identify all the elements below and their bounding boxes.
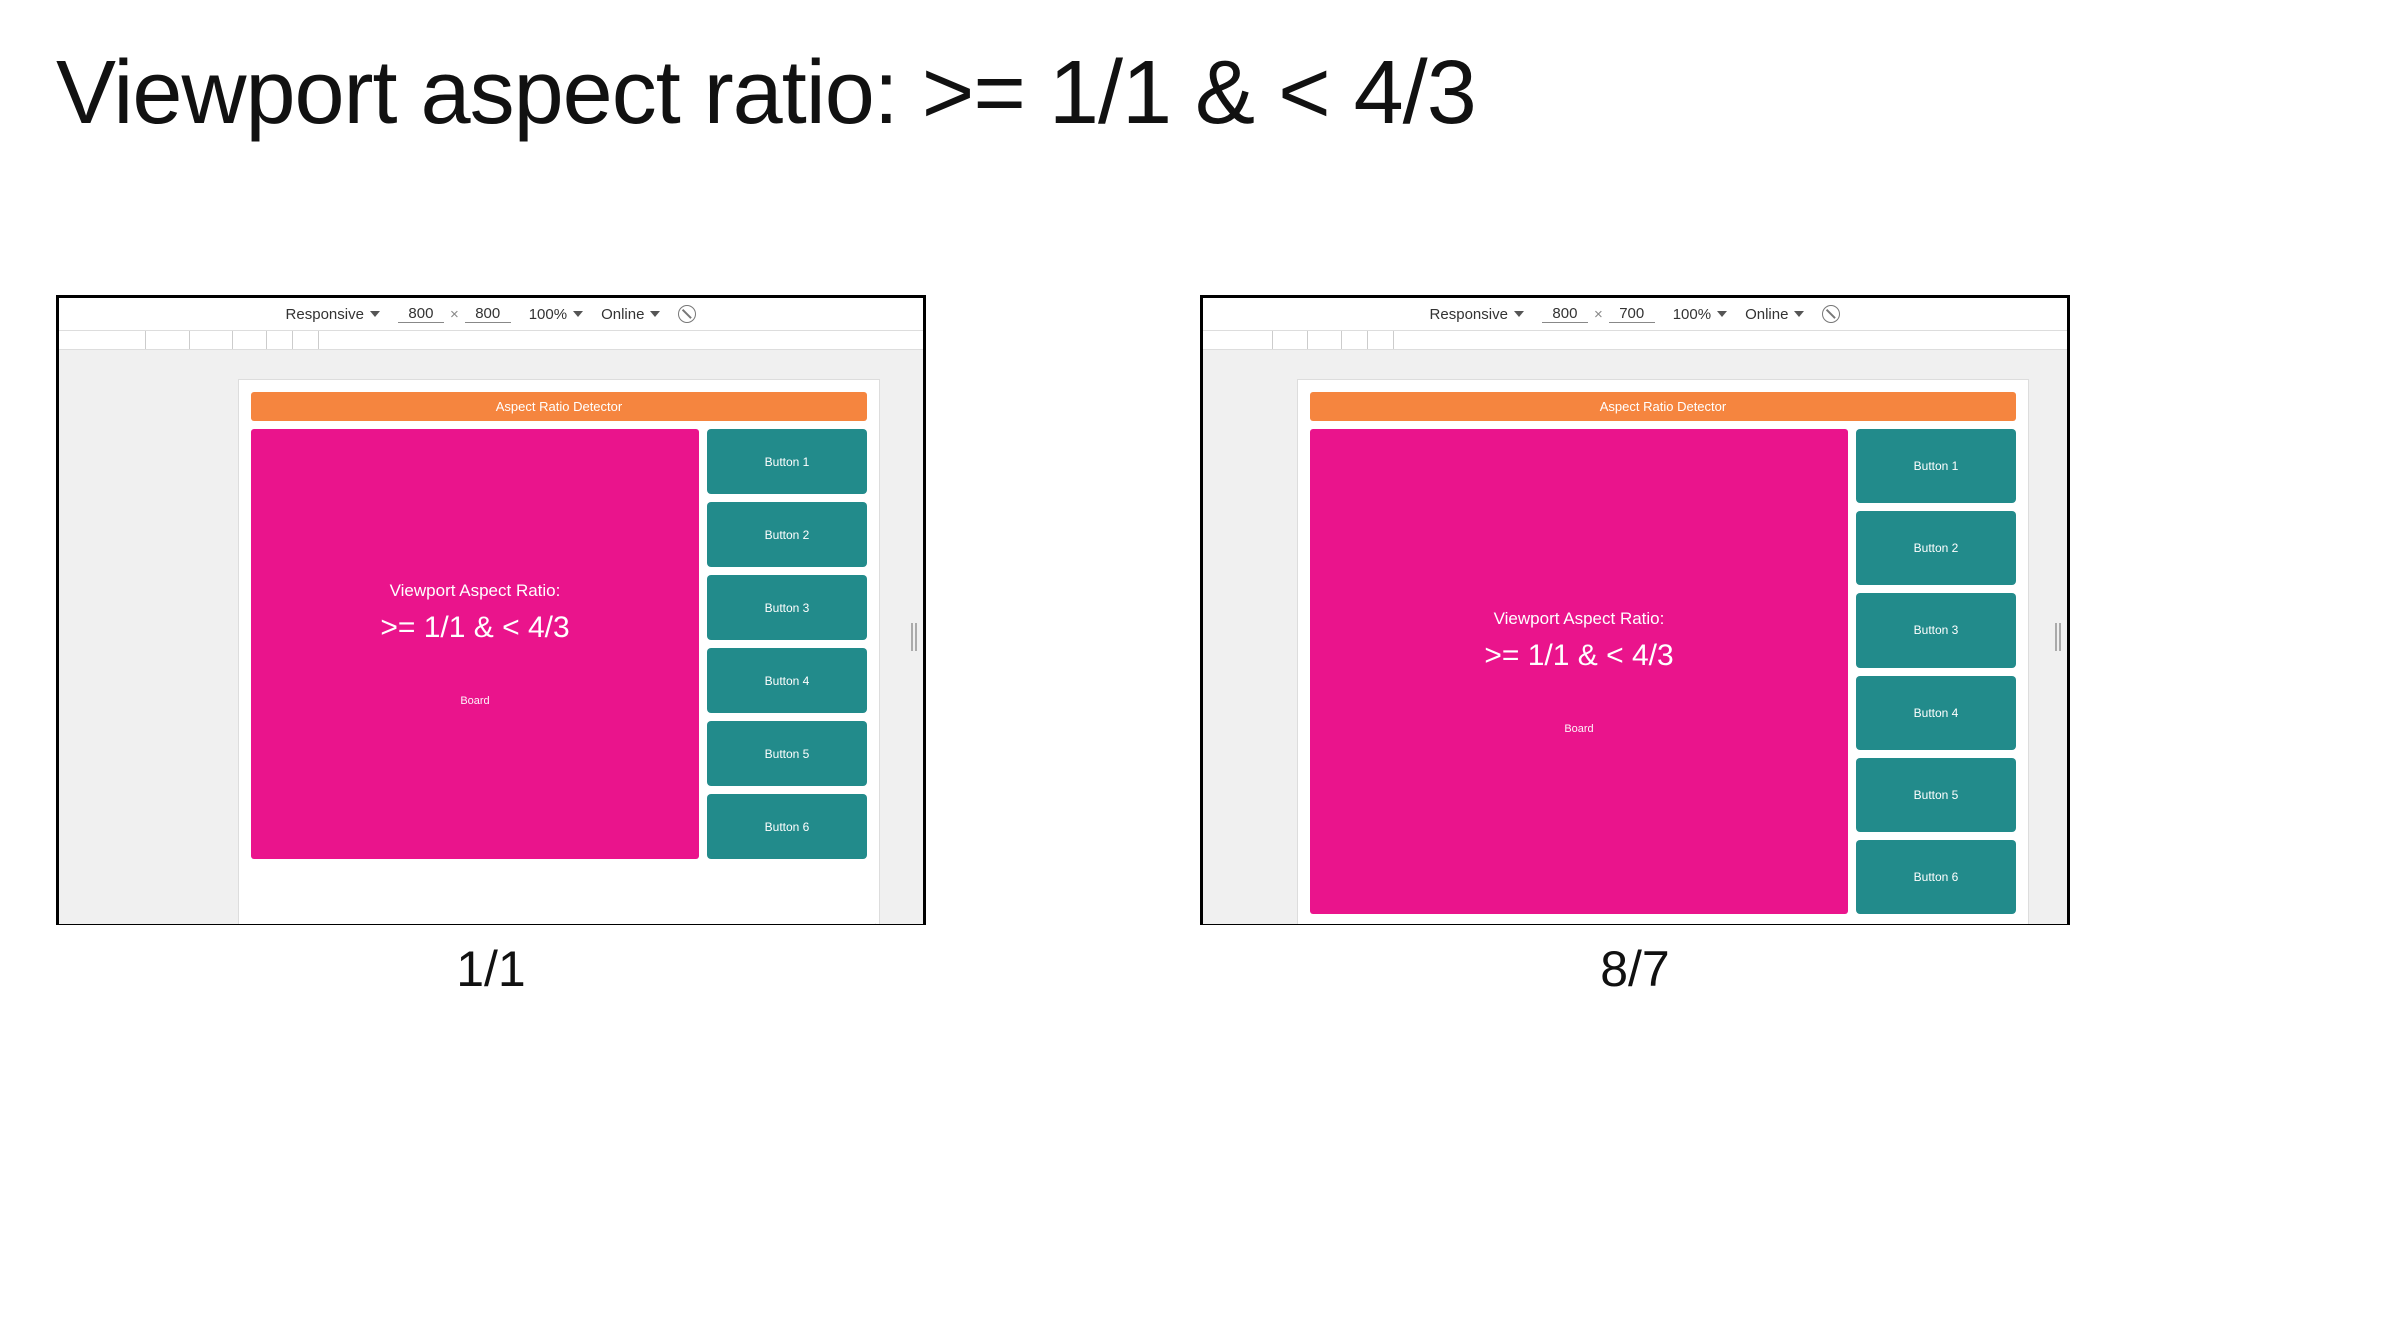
devtools-ruler bbox=[1203, 331, 2067, 350]
button-4[interactable]: Button 4 bbox=[707, 648, 867, 713]
chevron-down-icon bbox=[1794, 311, 1804, 317]
devtools-body: Aspect Ratio Detector Viewport Aspect Ra… bbox=[1203, 350, 2067, 924]
resize-handle-corner[interactable] bbox=[862, 923, 876, 924]
device-select[interactable]: Responsive bbox=[1430, 306, 1524, 323]
times-icon: × bbox=[450, 306, 459, 323]
network-select[interactable]: Online bbox=[1745, 306, 1804, 323]
times-icon: × bbox=[1594, 306, 1603, 323]
device-select[interactable]: Responsive bbox=[286, 306, 380, 323]
chevron-down-icon bbox=[1717, 311, 1727, 317]
button-1[interactable]: Button 1 bbox=[707, 429, 867, 494]
caption-left: 1/1 bbox=[56, 940, 926, 998]
caption-right: 8/7 bbox=[1200, 940, 2070, 998]
height-input[interactable]: 800 bbox=[465, 305, 511, 323]
board-panel: Viewport Aspect Ratio: >= 1/1 & < 4/3 Bo… bbox=[251, 429, 699, 859]
board-name: Board bbox=[1564, 723, 1593, 735]
demo-app: Aspect Ratio Detector Viewport Aspect Ra… bbox=[251, 392, 867, 924]
devtools-toolbar: Responsive 800 × 700 100% Online bbox=[1203, 298, 2067, 331]
chevron-down-icon bbox=[650, 311, 660, 317]
zoom-select[interactable]: 100% bbox=[1673, 306, 1727, 323]
button-3[interactable]: Button 3 bbox=[707, 575, 867, 640]
devtools-ruler bbox=[59, 331, 923, 350]
emulated-viewport: Aspect Ratio Detector Viewport Aspect Ra… bbox=[1298, 380, 2028, 924]
button-5[interactable]: Button 5 bbox=[1856, 758, 2016, 832]
demo-app: Aspect Ratio Detector Viewport Aspect Ra… bbox=[1310, 392, 2016, 924]
chevron-down-icon bbox=[573, 311, 583, 317]
button-6[interactable]: Button 6 bbox=[1856, 840, 2016, 914]
app-header: Aspect Ratio Detector bbox=[1310, 392, 2016, 421]
button-2[interactable]: Button 2 bbox=[707, 502, 867, 567]
button-5[interactable]: Button 5 bbox=[707, 721, 867, 786]
page-title: Viewport aspect ratio: >= 1/1 & < 4/3 bbox=[56, 42, 1476, 145]
devtools-frame-right: Responsive 800 × 700 100% Online bbox=[1200, 295, 2070, 925]
device-select-label: Responsive bbox=[286, 306, 364, 323]
chevron-down-icon bbox=[1514, 311, 1524, 317]
devtools-frame-left: Responsive 800 × 800 100% Online bbox=[56, 295, 926, 925]
button-column: Button 1 Button 2 Button 3 Button 4 Butt… bbox=[707, 429, 867, 859]
resize-handle-right[interactable] bbox=[911, 623, 917, 651]
button-6[interactable]: Button 6 bbox=[707, 794, 867, 859]
button-column: Button 1 Button 2 Button 3 Button 4 Butt… bbox=[1856, 429, 2016, 914]
rotate-icon[interactable] bbox=[678, 305, 696, 323]
devtools-toolbar: Responsive 800 × 800 100% Online bbox=[59, 298, 923, 331]
ratio-value: >= 1/1 & < 4/3 bbox=[1484, 639, 1673, 673]
device-select-label: Responsive bbox=[1430, 306, 1508, 323]
chevron-down-icon bbox=[370, 311, 380, 317]
button-3[interactable]: Button 3 bbox=[1856, 593, 2016, 667]
dimensions: 800 × 700 bbox=[1542, 305, 1655, 323]
board-name: Board bbox=[460, 695, 489, 707]
width-input[interactable]: 800 bbox=[398, 305, 444, 323]
ratio-value: >= 1/1 & < 4/3 bbox=[380, 611, 569, 645]
network-select[interactable]: Online bbox=[601, 306, 660, 323]
dimensions: 800 × 800 bbox=[398, 305, 511, 323]
button-4[interactable]: Button 4 bbox=[1856, 676, 2016, 750]
zoom-label: 100% bbox=[529, 306, 567, 323]
app-main: Viewport Aspect Ratio: >= 1/1 & < 4/3 Bo… bbox=[1310, 429, 2016, 914]
width-input[interactable]: 800 bbox=[1542, 305, 1588, 323]
emulated-viewport: Aspect Ratio Detector Viewport Aspect Ra… bbox=[239, 380, 879, 924]
network-label: Online bbox=[601, 306, 644, 323]
resize-handle-right[interactable] bbox=[2055, 623, 2061, 651]
network-label: Online bbox=[1745, 306, 1788, 323]
height-input[interactable]: 700 bbox=[1609, 305, 1655, 323]
ratio-label: Viewport Aspect Ratio: bbox=[1494, 609, 1665, 629]
button-1[interactable]: Button 1 bbox=[1856, 429, 2016, 503]
app-header: Aspect Ratio Detector bbox=[251, 392, 867, 421]
zoom-label: 100% bbox=[1673, 306, 1711, 323]
rotate-icon[interactable] bbox=[1822, 305, 1840, 323]
board-panel: Viewport Aspect Ratio: >= 1/1 & < 4/3 Bo… bbox=[1310, 429, 1848, 914]
devtools-body: Aspect Ratio Detector Viewport Aspect Ra… bbox=[59, 350, 923, 924]
button-2[interactable]: Button 2 bbox=[1856, 511, 2016, 585]
zoom-select[interactable]: 100% bbox=[529, 306, 583, 323]
app-main: Viewport Aspect Ratio: >= 1/1 & < 4/3 Bo… bbox=[251, 429, 867, 859]
ratio-label: Viewport Aspect Ratio: bbox=[390, 581, 561, 601]
